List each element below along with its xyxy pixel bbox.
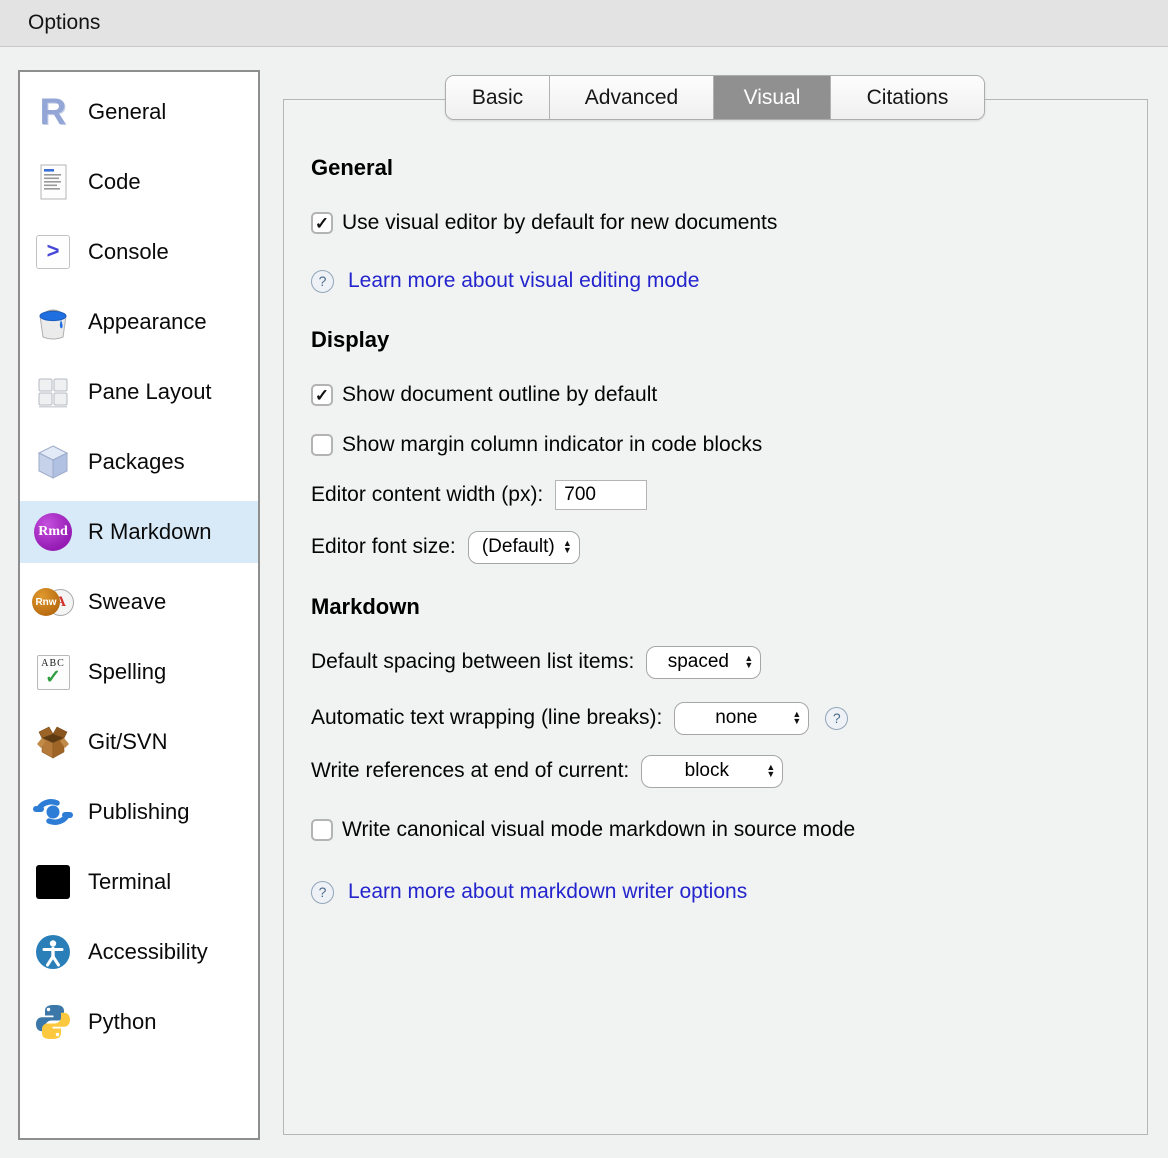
text-wrapping-select[interactable]: none ▲▼: [674, 702, 809, 735]
sidebar-item-label: Sweave: [88, 589, 166, 615]
margin-checkbox-label: Show margin column indicator in code blo…: [342, 433, 762, 457]
sidebar-item-r-markdown[interactable]: Rmd R Markdown: [20, 501, 258, 563]
sidebar-item-accessibility[interactable]: Accessibility: [20, 921, 258, 983]
sidebar-item-spelling[interactable]: ABC ✓ Spelling: [20, 641, 258, 703]
sidebar-item-pane-layout[interactable]: Pane Layout: [20, 361, 258, 423]
references-label: Write references at end of current:: [311, 759, 629, 783]
sidebar-item-label: Packages: [88, 449, 185, 475]
sidebar-item-appearance[interactable]: Appearance: [20, 291, 258, 353]
references-row: Write references at end of current: bloc…: [311, 752, 1147, 790]
git-svn-box-icon: [32, 721, 74, 763]
margin-checkbox[interactable]: [311, 434, 333, 456]
visual-editing-help-row: ? Learn more about visual editing mode: [311, 265, 1147, 297]
sidebar-item-label: Publishing: [88, 799, 190, 825]
sidebar-item-python[interactable]: Python: [20, 991, 258, 1053]
markdown-writer-help-link[interactable]: Learn more about markdown writer options: [348, 880, 747, 904]
list-spacing-label: Default spacing between list items:: [311, 650, 634, 674]
text-wrapping-row: Automatic text wrapping (line breaks): n…: [311, 699, 1147, 737]
outline-checkbox[interactable]: ✓: [311, 384, 333, 406]
markdown-writer-help-row: ? Learn more about markdown writer optio…: [311, 876, 1147, 908]
margin-checkbox-row: Show margin column indicator in code blo…: [311, 429, 1147, 461]
stepper-arrows-icon: ▲▼: [563, 540, 572, 554]
rmarkdown-icon: Rmd: [32, 511, 74, 553]
references-select[interactable]: block ▲▼: [641, 755, 783, 788]
text-wrapping-help-icon[interactable]: ?: [825, 707, 848, 730]
sidebar-item-label: General: [88, 99, 166, 125]
visual-editor-checkbox[interactable]: ✓: [311, 212, 333, 234]
sidebar-item-label: Pane Layout: [88, 379, 212, 405]
panel-tabbar: Basic Advanced Visual Citations: [445, 75, 985, 120]
sidebar-item-label: Spelling: [88, 659, 166, 685]
r-logo-icon: R: [32, 91, 74, 133]
canonical-checkbox-label: Write canonical visual mode markdown in …: [342, 818, 855, 842]
sidebar-item-label: Console: [88, 239, 169, 265]
sweave-pdf-icon: A Rnw: [32, 581, 74, 623]
window-title: Options: [28, 11, 100, 35]
sidebar-item-label: R Markdown: [88, 519, 211, 545]
section-heading-markdown: Markdown: [311, 594, 1147, 620]
visual-editing-help-link[interactable]: Learn more about visual editing mode: [348, 269, 699, 293]
text-wrapping-label: Automatic text wrapping (line breaks):: [311, 706, 662, 730]
terminal-icon: [32, 861, 74, 903]
console-prompt-icon: >: [32, 231, 74, 273]
sidebar-item-git-svn[interactable]: Git/SVN: [20, 711, 258, 773]
stepper-arrows-icon: ▲▼: [766, 764, 775, 778]
list-spacing-select[interactable]: spaced ▲▼: [646, 646, 761, 679]
visual-editor-checkbox-label: Use visual editor by default for new doc…: [342, 211, 777, 235]
font-size-select[interactable]: (Default) ▲▼: [468, 531, 580, 564]
outline-checkbox-row: ✓ Show document outline by default: [311, 379, 1147, 411]
canonical-checkbox-row: Write canonical visual mode markdown in …: [311, 814, 1147, 846]
sidebar-item-label: Accessibility: [88, 939, 208, 965]
package-cube-icon: [32, 441, 74, 483]
tab-visual[interactable]: Visual: [714, 76, 831, 119]
sidebar-item-general[interactable]: R General: [20, 81, 258, 143]
sidebar-item-code[interactable]: Code: [20, 151, 258, 213]
spellcheck-icon: ABC ✓: [32, 651, 74, 693]
sidebar-item-label: Terminal: [88, 869, 171, 895]
content-width-row: Editor content width (px):: [311, 479, 1147, 511]
stepper-arrows-icon: ▲▼: [744, 655, 753, 669]
visual-editor-checkbox-row: ✓ Use visual editor by default for new d…: [311, 207, 1147, 239]
sidebar-item-label: Git/SVN: [88, 729, 167, 755]
stepper-arrows-icon: ▲▼: [792, 711, 801, 725]
content-width-input[interactable]: [555, 480, 647, 510]
content-width-label: Editor content width (px):: [311, 483, 543, 507]
sidebar-item-terminal[interactable]: Terminal: [20, 851, 258, 913]
font-size-row: Editor font size: (Default) ▲▼: [311, 530, 1147, 564]
section-heading-display: Display: [311, 327, 1147, 353]
tab-basic[interactable]: Basic: [446, 76, 550, 119]
pane-grid-icon: [32, 371, 74, 413]
options-sidebar: R General Code > Console: [18, 70, 260, 1140]
visual-options-panel: General ✓ Use visual editor by default f…: [283, 99, 1148, 1135]
window-titlebar: Options: [0, 0, 1168, 47]
python-icon: [32, 1001, 74, 1043]
code-document-icon: [32, 161, 74, 203]
paint-bucket-icon: [32, 301, 74, 343]
checkmark-icon: ✓: [315, 215, 329, 232]
sidebar-item-publishing[interactable]: Publishing: [20, 781, 258, 843]
sidebar-item-console[interactable]: > Console: [20, 221, 258, 283]
canonical-checkbox[interactable]: [311, 819, 333, 841]
tab-advanced[interactable]: Advanced: [550, 76, 714, 119]
sidebar-item-label: Python: [88, 1009, 157, 1035]
help-question-icon[interactable]: ?: [311, 881, 334, 904]
accessibility-icon: [32, 931, 74, 973]
sidebar-item-label: Appearance: [88, 309, 207, 335]
sidebar-item-packages[interactable]: Packages: [20, 431, 258, 493]
font-size-label: Editor font size:: [311, 535, 456, 559]
tab-citations[interactable]: Citations: [831, 76, 984, 119]
outline-checkbox-label: Show document outline by default: [342, 383, 657, 407]
list-spacing-row: Default spacing between list items: spac…: [311, 644, 1147, 680]
help-question-icon[interactable]: ?: [311, 270, 334, 293]
checkmark-icon: ✓: [315, 387, 329, 404]
sidebar-item-label: Code: [88, 169, 141, 195]
sidebar-item-sweave[interactable]: A Rnw Sweave: [20, 571, 258, 633]
publishing-connect-icon: [32, 791, 74, 833]
section-heading-general: General: [311, 155, 1147, 181]
